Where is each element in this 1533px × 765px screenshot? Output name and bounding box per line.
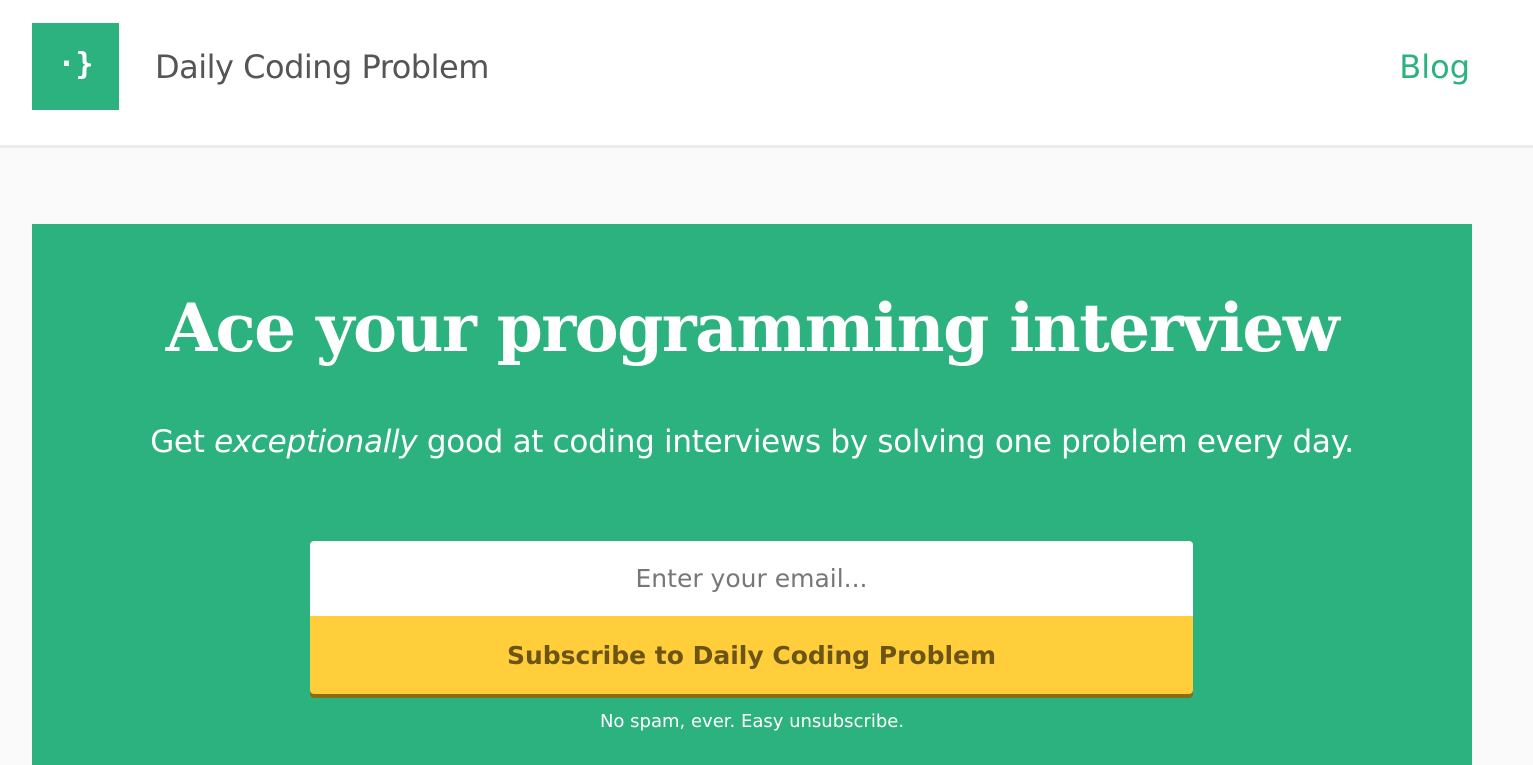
top-navigation-bar: ·} Daily Coding Problem Blog <box>0 0 1533 148</box>
email-input[interactable] <box>310 541 1193 616</box>
blog-link[interactable]: Blog <box>1399 48 1470 86</box>
subtitle-emphasis: exceptionally <box>214 424 418 460</box>
logo-link[interactable]: ·} <box>32 23 119 110</box>
curly-brace-logo-icon: ·} <box>57 46 94 82</box>
no-spam-note: No spam, ever. Easy unsubscribe. <box>599 711 905 732</box>
subtitle-prefix: Get <box>150 424 215 460</box>
hero-section: Ace your programming interview Get excep… <box>32 224 1472 765</box>
subtitle-suffix: good at coding interviews by solving one… <box>417 424 1354 460</box>
hero-title: Ace your programming interview <box>165 289 1340 367</box>
subscribe-button[interactable]: Subscribe to Daily Coding Problem <box>310 616 1193 694</box>
hero-subtitle: Get exceptionally good at coding intervi… <box>32 424 1472 460</box>
subscribe-form: Subscribe to Daily Coding Problem <box>310 541 1193 694</box>
brand-name: Daily Coding Problem <box>155 48 489 86</box>
